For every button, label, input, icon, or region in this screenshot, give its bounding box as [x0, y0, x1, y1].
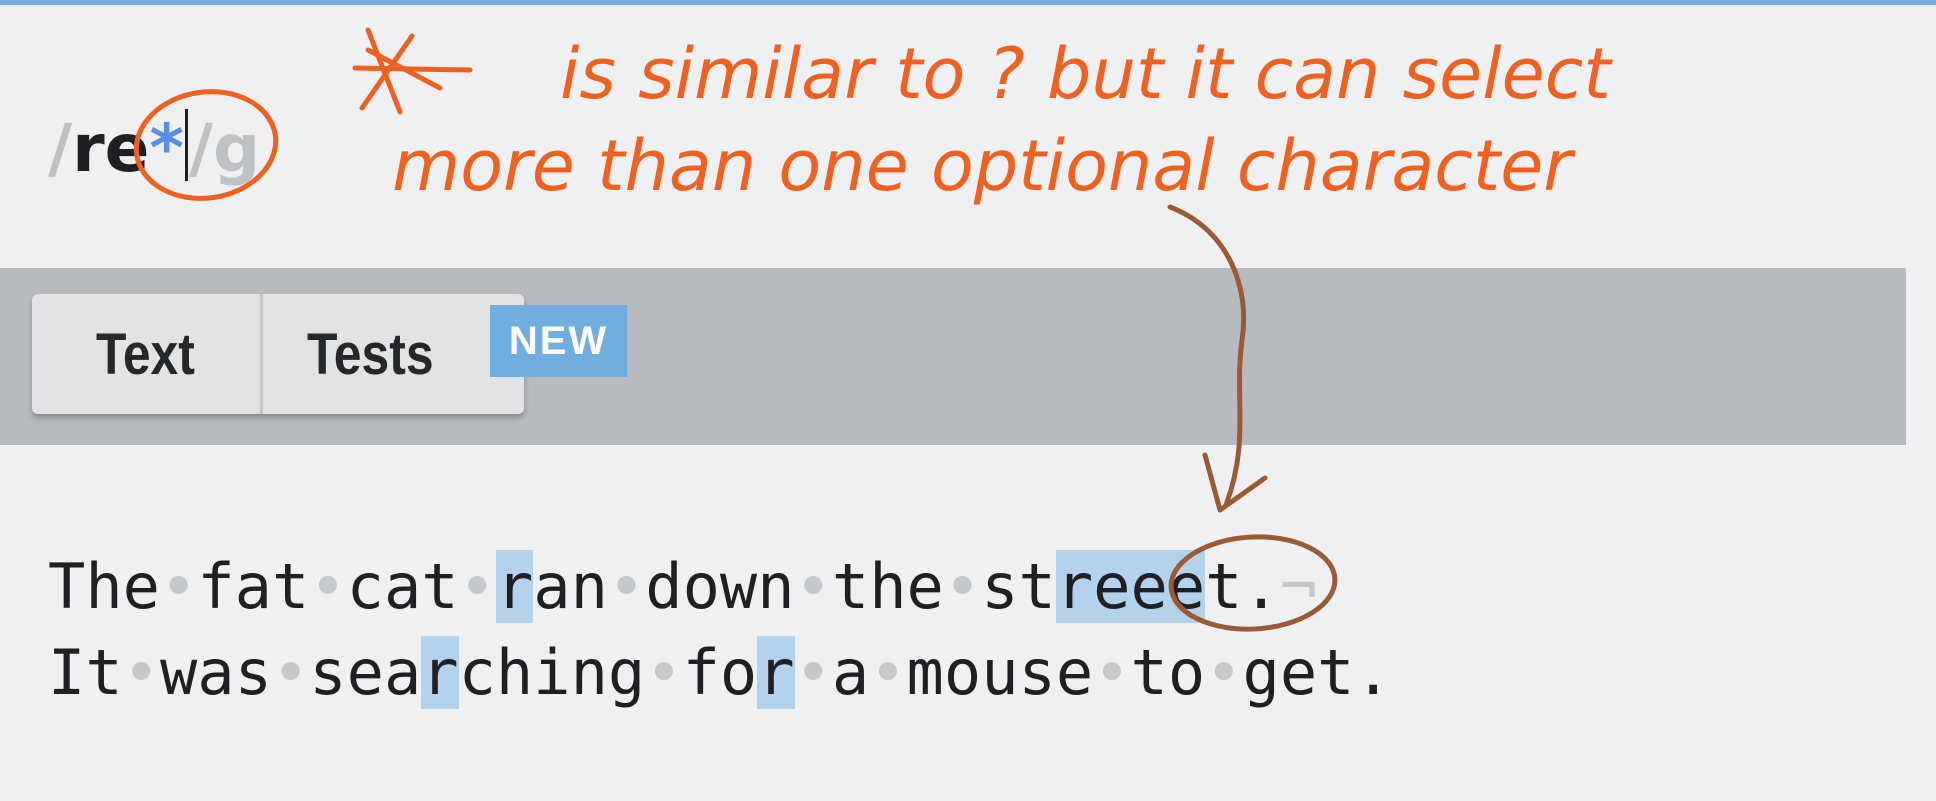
regex-quantifier: * [149, 110, 184, 187]
regex-open-delimiter: / [48, 110, 73, 187]
text-segment: the [831, 550, 944, 623]
text-segment: st [981, 550, 1056, 623]
text-segment: cat [346, 550, 459, 623]
text-segment: fat [197, 550, 310, 623]
whitespace-marker: • [869, 636, 907, 709]
tab-tests[interactable]: Tests [259, 294, 524, 414]
regex-match-highlight: r [495, 550, 534, 623]
whitespace-marker: • [159, 550, 198, 623]
whitespace-marker: • [943, 550, 982, 623]
text-segment: down [645, 550, 795, 623]
regex-close-delimiter: / [188, 110, 214, 187]
text-segment: sea [309, 636, 422, 709]
text-segment: It [48, 636, 123, 709]
text-segment: ching [458, 636, 646, 709]
text-segment: a [831, 636, 870, 709]
regex-expression-field[interactable]: /re*/g [48, 109, 260, 189]
text-segment: The [48, 550, 160, 623]
whitespace-marker: • [607, 550, 646, 623]
text-segment: was [159, 636, 272, 709]
test-text-area[interactable]: The•fat•cat•ran•down•the•streeet.¬ It•wa… [0, 445, 1906, 801]
whitespace-marker: • [122, 636, 160, 709]
whitespace-marker: • [1205, 636, 1243, 709]
tab-bar: Text Tests NEW [0, 268, 1906, 445]
regex-match-highlight: r [757, 636, 795, 709]
text-segment: t. [1205, 550, 1280, 623]
whitespace-marker: • [458, 550, 496, 623]
whitespace-marker: ¬ [1279, 550, 1318, 623]
regex-tester-screen: /re*/g Text Tests NEW The•fat•cat•ran•do… [0, 0, 1936, 801]
regex-pattern-literal: re [72, 110, 150, 187]
text-segment: get. [1242, 636, 1392, 709]
tab-text-label: Text [96, 321, 196, 387]
tab-text[interactable]: Text [32, 294, 260, 414]
regex-match-highlight: r [421, 636, 459, 709]
regex-match-highlight: reee [1055, 550, 1206, 623]
regex-flags[interactable]: g [213, 110, 260, 187]
whitespace-marker: • [1093, 636, 1131, 709]
test-text-line-1: The•fat•cat•ran•down•the•streeet.¬ [48, 542, 1317, 632]
whitespace-marker: • [309, 550, 347, 623]
text-caret [184, 109, 188, 181]
tab-tests-label: Tests [306, 321, 434, 387]
test-text-line-2: It•was•searching•for•a•mouse•to•get. [48, 628, 1392, 718]
whitespace-marker: • [271, 636, 310, 709]
whitespace-marker: • [794, 636, 832, 709]
text-segment: to [1130, 636, 1206, 709]
new-badge: NEW [490, 305, 627, 377]
text-segment: fo [682, 636, 758, 709]
whitespace-marker: • [794, 550, 832, 623]
whitespace-marker: • [645, 636, 683, 709]
text-segment: mouse [906, 636, 1094, 709]
tab-group: Text Tests [32, 294, 524, 414]
regex-input-bar[interactable]: /re*/g [0, 5, 1906, 268]
text-segment: an [533, 550, 608, 623]
